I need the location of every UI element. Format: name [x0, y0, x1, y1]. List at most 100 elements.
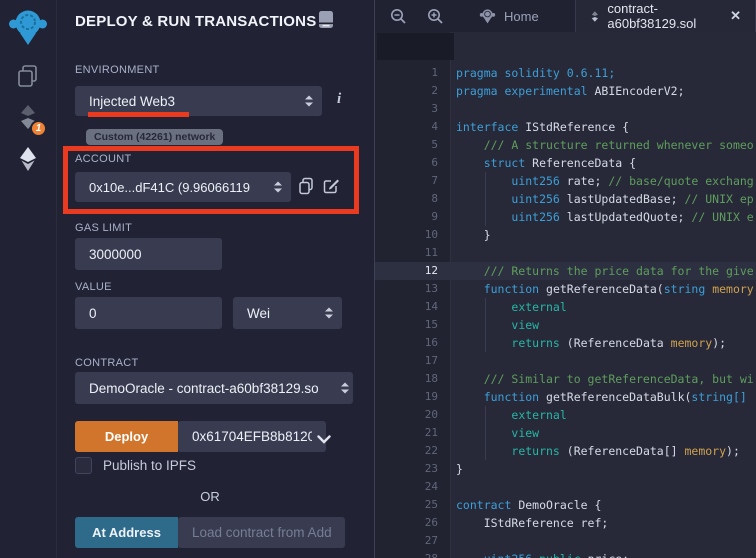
code-token: memory	[684, 444, 726, 458]
code-text[interactable]: function getReferenceDataBulk(string[]	[451, 388, 756, 406]
code-editor: Home contract-a60bf38129.sol ✕ 1pragma s…	[374, 0, 756, 558]
code-line[interactable]: 11	[375, 244, 756, 262]
book-icon[interactable]	[318, 10, 335, 32]
tab-contract-file[interactable]: contract-a60bf38129.sol ✕	[575, 0, 756, 32]
code-line[interactable]: 9 uint256 lastUpdatedQuote; // UNIX e	[375, 208, 756, 226]
code-text[interactable]: external	[451, 298, 756, 316]
code-text[interactable]: uint256 lastUpdatedQuote; // UNIX e	[451, 208, 756, 226]
code-line[interactable]: 24	[375, 478, 756, 496]
code-text[interactable]: function getReferenceData(string memory	[451, 280, 756, 298]
code-line[interactable]: 13 function getReferenceData(string memo…	[375, 280, 756, 298]
at-address-input[interactable]	[178, 517, 345, 548]
code-line[interactable]: 20 external	[375, 406, 756, 424]
publish-ipfs-checkbox[interactable]	[75, 457, 92, 474]
code-line[interactable]: 18 /// Similar to getReferenceData, but …	[375, 370, 756, 388]
code-line[interactable]: 23}	[375, 460, 756, 478]
code-line[interactable]: 7 uint256 rate; // base/quote exchang	[375, 172, 756, 190]
code-text[interactable]: pragma experimental ABIEncoderV2;	[451, 82, 756, 100]
deploy-button[interactable]: Deploy	[75, 421, 178, 452]
value-unit-select[interactable]: Wei	[233, 297, 342, 329]
chevron-down-icon[interactable]	[317, 432, 331, 447]
code-line[interactable]: 17	[375, 352, 756, 370]
code-line[interactable]: 25contract DemoOracle {	[375, 496, 756, 514]
close-icon[interactable]: ✕	[728, 8, 741, 24]
code-token: }	[456, 462, 463, 476]
code-text[interactable]: struct ReferenceData {	[451, 154, 756, 172]
code-line[interactable]: 10 }	[375, 226, 756, 244]
code-line[interactable]: 26 IStdReference ref;	[375, 514, 756, 532]
code-token	[456, 552, 484, 558]
code-line[interactable]: 15 view	[375, 316, 756, 334]
code-text[interactable]: uint256 lastUpdatedBase; // UNIX ep	[451, 190, 756, 208]
solidity-compiler-icon[interactable]	[0, 104, 56, 130]
code-line[interactable]: 28 uint256 public price;	[375, 550, 756, 558]
code-token: IStdReference {	[525, 120, 629, 134]
line-number: 27	[375, 532, 451, 550]
code-text[interactable]	[451, 100, 756, 118]
value-input[interactable]	[75, 297, 222, 329]
remix-logo[interactable]	[0, 7, 56, 49]
line-number: 6	[375, 154, 451, 172]
line-number: 19	[375, 388, 451, 406]
code-token: price;	[588, 552, 630, 558]
code-line[interactable]: 1pragma solidity 0.6.11;	[375, 64, 756, 82]
code-text[interactable]: returns (ReferenceData[] memory);	[451, 442, 756, 460]
gas-limit-input[interactable]	[75, 238, 222, 270]
code-line[interactable]: 16 returns (ReferenceData memory);	[375, 334, 756, 352]
code-line[interactable]: 5 /// A structure returned whenever some…	[375, 136, 756, 154]
info-icon[interactable]: i	[337, 91, 341, 108]
code-text[interactable]: /// A structure returned whenever someo	[451, 136, 756, 154]
deploy-arg-input[interactable]	[178, 421, 326, 452]
code-text[interactable]	[451, 244, 756, 262]
code-line[interactable]: 21 view	[375, 424, 756, 442]
code-text[interactable]: contract DemoOracle {	[451, 496, 756, 514]
code-token: public	[539, 552, 587, 558]
tab-home[interactable]: Home	[465, 0, 553, 32]
line-number: 23	[375, 460, 451, 478]
code-text[interactable]: IStdReference ref;	[451, 514, 756, 532]
zoom-out-icon[interactable]	[383, 8, 414, 25]
code-line[interactable]: 3	[375, 100, 756, 118]
value-label: VALUE	[75, 281, 112, 293]
file-explorer-icon[interactable]	[0, 63, 56, 89]
select-arrows-icon	[325, 308, 333, 319]
code-text[interactable]: view	[451, 424, 756, 442]
code-token: rate;	[567, 174, 609, 188]
code-text[interactable]	[451, 532, 756, 550]
at-address-button[interactable]: At Address	[75, 517, 178, 548]
line-number: 18	[375, 370, 451, 388]
code-line[interactable]: 12 /// Returns the price data for the gi…	[375, 262, 756, 280]
code-line[interactable]: 6 struct ReferenceData {	[375, 154, 756, 172]
code-line[interactable]: 8 uint256 lastUpdatedBase; // UNIX ep	[375, 190, 756, 208]
code-text[interactable]: returns (ReferenceData memory);	[451, 334, 756, 352]
zoom-in-icon[interactable]	[420, 8, 451, 25]
code-line[interactable]: 2pragma experimental ABIEncoderV2;	[375, 82, 756, 100]
contract-select[interactable]: DemoOracle - contract-a60bf38129.so	[75, 372, 353, 404]
code-line[interactable]: 22 returns (ReferenceData[] memory);	[375, 442, 756, 460]
code-text[interactable]: uint256 rate; // base/quote exchang	[451, 172, 756, 190]
code-line[interactable]: 27	[375, 532, 756, 550]
code-text[interactable]: }	[451, 460, 756, 478]
code-text[interactable]	[451, 478, 756, 496]
code-token: memory	[712, 282, 754, 296]
code-line[interactable]: 4interface IStdReference {	[375, 118, 756, 136]
remix-home-icon	[479, 8, 496, 25]
code-token: lastUpdatedQuote;	[567, 210, 692, 224]
code-line[interactable]: 14 external	[375, 298, 756, 316]
code-text[interactable]: external	[451, 406, 756, 424]
select-arrows-icon	[341, 383, 349, 394]
code-text[interactable]: interface IStdReference {	[451, 118, 756, 136]
indent-guide	[485, 406, 486, 424]
code-text[interactable]: uint256 public price;	[451, 550, 756, 558]
code-text[interactable]	[451, 352, 756, 370]
code-text[interactable]: /// Similar to getReferenceData, but wi	[451, 370, 756, 388]
code-text[interactable]: }	[451, 226, 756, 244]
code-text[interactable]: view	[451, 316, 756, 334]
select-arrows-icon	[305, 96, 313, 107]
code-token: getReferenceDataBulk(	[546, 390, 691, 404]
code-text[interactable]: /// Returns the price data for the give	[451, 262, 756, 280]
deploy-run-icon[interactable]	[0, 146, 56, 172]
code-text[interactable]: pragma solidity 0.6.11;	[451, 64, 756, 82]
indent-guide	[485, 334, 486, 352]
code-line[interactable]: 19 function getReferenceDataBulk(string[…	[375, 388, 756, 406]
